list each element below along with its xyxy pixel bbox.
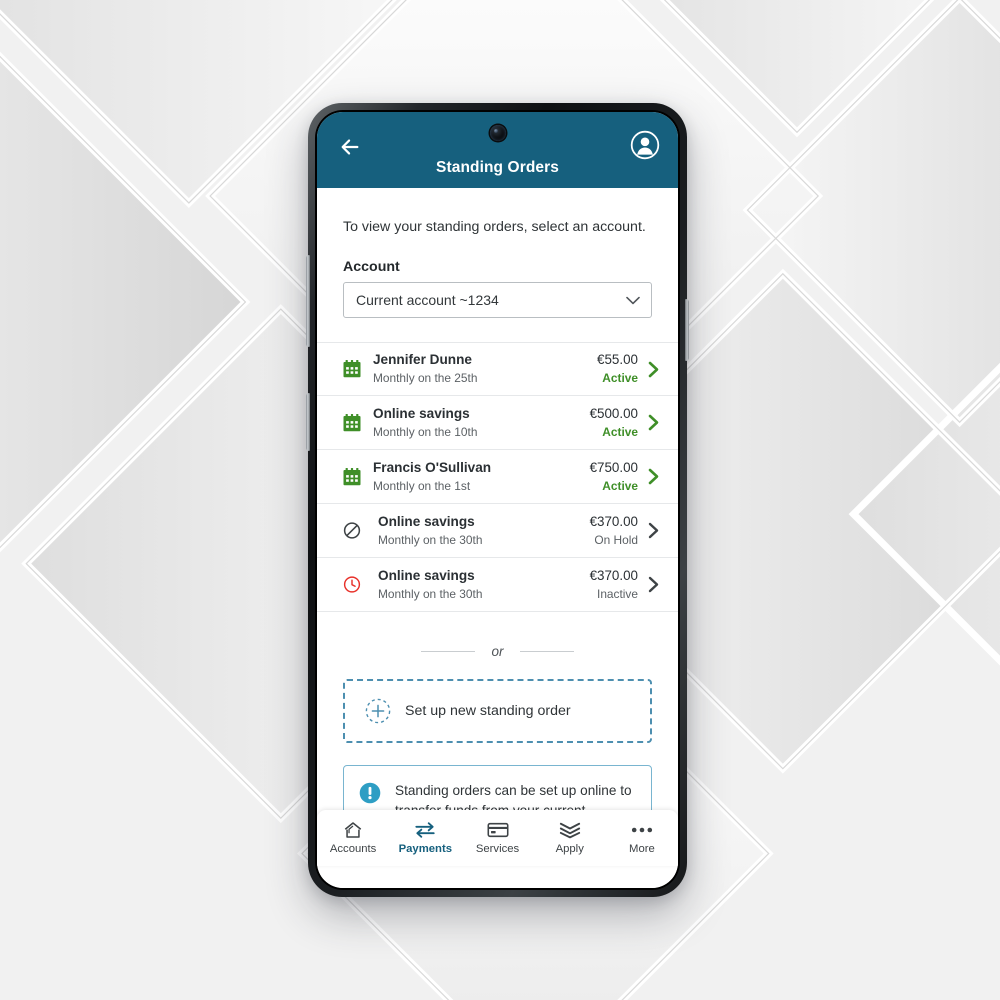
status-badge: Inactive — [597, 586, 638, 601]
chevrons-down-icon — [559, 821, 581, 839]
prohibition-icon — [343, 522, 361, 540]
divider-line-right — [519, 651, 574, 653]
profile-button[interactable] — [630, 130, 660, 160]
side-button-right[interactable] — [685, 299, 689, 361]
chevron-right-icon[interactable] — [647, 522, 660, 539]
volume-button[interactable] — [306, 255, 310, 347]
transfer-arrows-icon — [414, 821, 436, 839]
order-amount-block: €750.00 Active — [590, 460, 638, 494]
order-amount: €370.00 — [589, 513, 638, 529]
app-header: Standing Orders — [317, 112, 678, 188]
credit-card-icon — [487, 821, 509, 839]
phone-screen: Standing Orders To view your standing or… — [317, 112, 678, 888]
nav-label-apply: Apply — [555, 843, 584, 855]
table-row[interactable]: Online savings Monthly on the 30th €370.… — [317, 504, 678, 559]
chevron-right-icon[interactable] — [647, 576, 660, 593]
nav-item-more[interactable]: More — [606, 821, 678, 855]
intro-text: To view your standing orders, select an … — [343, 219, 646, 235]
order-schedule: Monthly on the 1st — [373, 478, 471, 493]
status-badge: On Hold — [594, 532, 638, 547]
home-icon — [343, 821, 363, 839]
order-info: Francis O'Sullivan Monthly on the 1st — [373, 460, 590, 494]
ellipsis-icon — [631, 821, 653, 839]
chevron-right-icon[interactable] — [647, 361, 660, 378]
order-name: Online savings — [373, 405, 470, 421]
arrow-left-icon — [341, 139, 359, 155]
account-select-wrap: Current account ~1234 — [317, 282, 678, 319]
setup-cta-wrap: Set up new standing order — [317, 679, 678, 744]
order-schedule: Monthly on the 30th — [378, 586, 483, 601]
exclamation-circle-icon — [359, 782, 381, 804]
phone-device: Standing Orders To view your standing or… — [306, 103, 689, 897]
user-avatar-icon — [630, 130, 660, 160]
status-badge: Active — [602, 424, 638, 439]
order-info: Online savings Monthly on the 30th — [378, 568, 590, 602]
order-amount-block: €55.00 Active — [597, 352, 638, 386]
nav-label-payments: Payments — [398, 843, 452, 855]
status-badge: Active — [602, 371, 638, 386]
page-title: Standing Orders — [436, 159, 559, 176]
order-amount: €500.00 — [589, 405, 638, 421]
account-select-value: Current account ~1234 — [356, 292, 499, 309]
front-camera-icon — [489, 125, 506, 141]
clock-icon — [343, 576, 361, 594]
table-row[interactable]: Online savings Monthly on the 30th €370.… — [317, 558, 678, 613]
status-badge: Active — [602, 478, 638, 493]
table-row[interactable]: Francis O'Sullivan Monthly on the 1st €7… — [317, 450, 678, 505]
account-select[interactable]: Current account ~1234 — [343, 282, 652, 319]
back-button[interactable] — [337, 134, 363, 160]
nav-item-apply[interactable]: Apply — [534, 821, 606, 855]
order-amount-block: €370.00 On Hold — [590, 514, 638, 548]
nav-label-accounts: Accounts — [329, 843, 377, 855]
calendar-icon — [343, 467, 361, 486]
order-info: Jennifer Dunne Monthly on the 25th — [373, 352, 597, 386]
app-body: To view your standing orders, select an … — [317, 188, 678, 888]
order-schedule: Monthly on the 25th — [373, 371, 478, 386]
nav-item-services[interactable]: Services — [461, 821, 533, 855]
chevron-right-icon[interactable] — [647, 414, 660, 431]
divider-line-left — [421, 651, 476, 653]
order-name: Jennifer Dunne — [373, 352, 472, 368]
nav-label-more: More — [629, 843, 655, 855]
order-amount: €750.00 — [589, 459, 638, 475]
standing-orders-list: Jennifer Dunne Monthly on the 25th €55.0… — [317, 342, 678, 613]
order-name: Online savings — [378, 513, 475, 529]
order-schedule: Monthly on the 30th — [378, 532, 483, 547]
bottom-navigation: Accounts Payments Services Apply More — [317, 810, 678, 866]
table-row[interactable]: Jennifer Dunne Monthly on the 25th €55.0… — [317, 342, 678, 397]
order-amount-block: €500.00 Active — [590, 406, 638, 440]
or-divider: or — [317, 644, 678, 659]
order-amount-block: €370.00 Inactive — [590, 568, 638, 602]
divider-label: or — [491, 644, 504, 660]
chevron-right-icon[interactable] — [647, 468, 660, 485]
setup-new-standing-order-button[interactable]: Set up new standing order — [343, 679, 652, 744]
nav-item-accounts[interactable]: Accounts — [317, 821, 389, 855]
order-info: Online savings Monthly on the 10th — [373, 406, 590, 440]
order-info: Online savings Monthly on the 30th — [378, 514, 590, 548]
table-row[interactable]: Online savings Monthly on the 10th €500.… — [317, 396, 678, 451]
calendar-icon — [343, 360, 361, 378]
order-schedule: Monthly on the 10th — [373, 424, 478, 439]
nav-label-services: Services — [475, 843, 520, 855]
screenshot-stage: Standing Orders To view your standing or… — [0, 0, 1000, 1000]
nav-item-payments[interactable]: Payments — [389, 821, 461, 855]
power-button[interactable] — [306, 393, 310, 451]
order-name: Online savings — [378, 567, 475, 583]
setup-cta-label: Set up new standing order — [405, 703, 571, 720]
plus-circle-icon — [365, 698, 391, 724]
order-amount: €370.00 — [589, 567, 638, 583]
account-field-label: Account — [343, 259, 400, 276]
order-amount: €55.00 — [597, 352, 638, 368]
chevron-down-icon — [626, 292, 640, 308]
phone-bezel: Standing Orders To view your standing or… — [315, 110, 680, 890]
order-name: Francis O'Sullivan — [373, 459, 492, 475]
calendar-icon — [343, 413, 361, 432]
